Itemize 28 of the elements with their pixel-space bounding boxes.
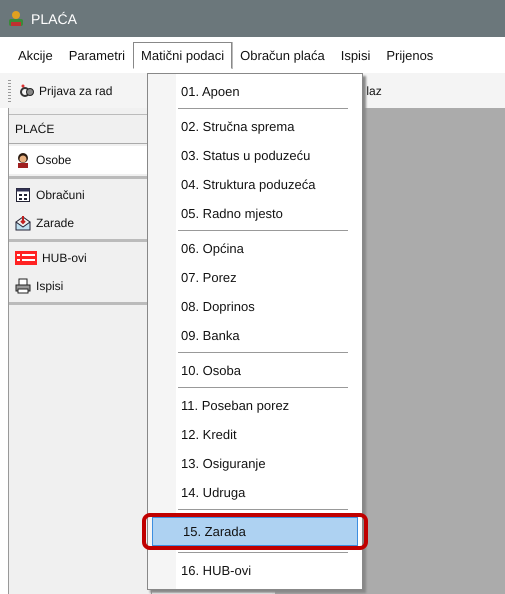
menu-item[interactable]: Akcije [10, 42, 61, 68]
toolbar-button[interactable]: Prijava za rad [19, 82, 112, 98]
menu-option[interactable]: 10. Osoba [150, 356, 360, 385]
menu-option[interactable]: 05. Radno mjesto [150, 199, 360, 228]
sidebar-item[interactable]: Obračuni [9, 181, 151, 209]
menu-option[interactable]: 08. Doprinos [150, 292, 360, 321]
menu-option[interactable]: 06. Općina [150, 234, 360, 263]
menu-option[interactable]: 04. Struktura poduzeća [150, 170, 360, 199]
sidebar-item[interactable]: Zarade [9, 209, 151, 237]
menu-option[interactable]: 01. Apoen [150, 77, 360, 106]
menu-item[interactable]: Matični podaci [133, 42, 232, 68]
menu-option[interactable]: 16. HUB-ovi [150, 556, 360, 585]
menu-option[interactable]: 13. Osiguranje [150, 449, 360, 478]
menu-option[interactable]: 02. Stručna sprema [150, 112, 360, 141]
sidebar-item[interactable]: Ispisi [9, 272, 151, 300]
menu-option[interactable]: 03. Status u poduzeću [150, 141, 360, 170]
sidebar-item[interactable]: HUB-ovi [9, 244, 151, 272]
menu-option[interactable]: 15. Zarada [152, 517, 358, 546]
menu-item[interactable]: Prijenos [378, 42, 442, 68]
menu-option[interactable]: 12. Kredit [150, 420, 360, 449]
window-title: PLAĆA [31, 10, 77, 26]
menu-option[interactable]: 09. Banka [150, 321, 360, 350]
menu-item[interactable]: Obračun plaća [232, 42, 333, 68]
menu-option[interactable]: 11. Poseban porez [150, 391, 360, 420]
menu-item[interactable]: Ispisi [332, 42, 378, 68]
menu-option[interactable]: 07. Porez [150, 263, 360, 292]
menu-option[interactable]: 14. Udruga [150, 478, 360, 507]
menu-item[interactable]: Parametri [60, 42, 134, 68]
